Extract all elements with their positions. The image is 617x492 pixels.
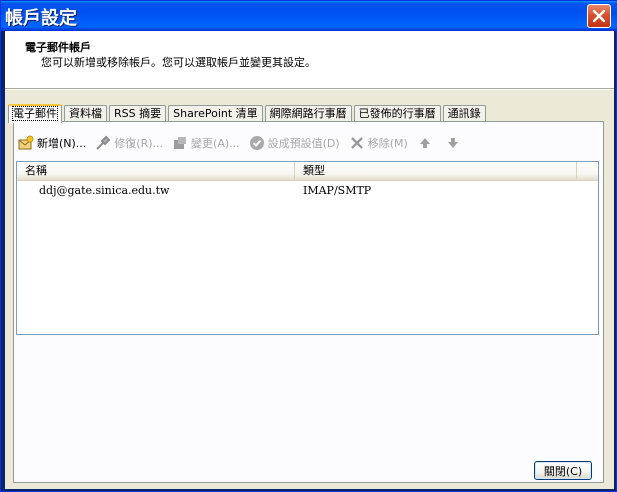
move-down-button[interactable] (445, 135, 464, 151)
window-title: 帳戶設定 (5, 8, 77, 29)
remove-button[interactable]: 移除(M) (349, 135, 408, 151)
arrow-up-icon (417, 135, 433, 151)
change-label: 變更(A)... (191, 137, 240, 150)
tab-strip: 電子郵件 資料檔 RSS 摘要 SharePoint 清單 網際網路行事曆 已發… (8, 102, 488, 123)
account-toolbar: 新增(N)... 修復(R)... 變更(A)... 設成預設值(D) 移除(M… (18, 132, 473, 154)
tab-sharepoint-lists[interactable]: SharePoint 清單 (168, 105, 263, 122)
column-header-name[interactable]: 名稱 (17, 162, 295, 181)
column-header-type[interactable]: 類型 (295, 162, 577, 181)
account-list[interactable]: 名稱 類型 ddj@gate.sinica.edu.tw IMAP/SMTP (16, 161, 599, 335)
remove-x-icon (349, 135, 365, 151)
new-account-icon (18, 135, 34, 151)
arrow-down-icon (445, 135, 461, 151)
column-header-filler (577, 162, 598, 181)
checkmark-circle-icon (249, 135, 265, 151)
header-description: 您可以新增或移除帳戶。您可以選取帳戶並變更其設定。 (41, 56, 316, 69)
tab-internet-calendars-label: 網際網路行事曆 (269, 107, 347, 120)
repair-button[interactable]: 修復(R)... (95, 135, 163, 151)
tab-email[interactable]: 電子郵件 (8, 104, 62, 123)
new-account-label: 新增(N)... (37, 137, 87, 150)
tab-email-label: 電子郵件 (12, 106, 58, 121)
header-title: 電子郵件帳戶 (25, 41, 91, 54)
tab-data-files-label: 資料檔 (69, 107, 102, 120)
close-dialog-button[interactable]: 關閉(C) (534, 461, 592, 480)
tab-rss-feeds[interactable]: RSS 摘要 (109, 105, 167, 122)
title-bar[interactable]: 帳戶設定 (1, 1, 617, 31)
dialog-body: 電子郵件 資料檔 RSS 摘要 SharePoint 清單 網際網路行事曆 已發… (5, 90, 614, 489)
list-item[interactable]: ddj@gate.sinica.edu.tw IMAP/SMTP (17, 183, 598, 199)
change-button[interactable]: 變更(A)... (172, 135, 240, 151)
tab-address-books[interactable]: 通訊錄 (442, 105, 486, 122)
close-icon (592, 9, 606, 23)
tab-published-calendars-label: 已發佈的行事曆 (358, 107, 436, 120)
tab-data-files[interactable]: 資料檔 (64, 105, 107, 122)
list-header: 名稱 類型 (17, 162, 598, 181)
remove-label: 移除(M) (367, 137, 408, 150)
email-tab-panel: 新增(N)... 修復(R)... 變更(A)... 設成預設值(D) 移除(M… (13, 121, 604, 483)
set-default-button[interactable]: 設成預設值(D) (249, 135, 340, 151)
repair-label: 修復(R)... (114, 137, 164, 150)
dialog-client-area: 電子郵件帳戶 您可以新增或移除帳戶。您可以選取帳戶並變更其設定。 電子郵件 資料… (5, 31, 614, 489)
new-account-button[interactable]: 新增(N)... (18, 135, 86, 151)
dialog-header: 電子郵件帳戶 您可以新增或移除帳戶。您可以選取帳戶並變更其設定。 (5, 31, 614, 88)
account-name: ddj@gate.sinica.edu.tw (39, 184, 170, 197)
tab-address-books-label: 通訊錄 (447, 107, 481, 120)
tab-published-calendars[interactable]: 已發佈的行事曆 (353, 105, 441, 122)
account-settings-window: 帳戶設定 電子郵件帳戶 您可以新增或移除帳戶。您可以選取帳戶並變更其設定。 電子… (0, 0, 617, 492)
tab-rss-feeds-label: RSS 摘要 (114, 107, 162, 120)
window-close-button[interactable] (587, 4, 611, 28)
change-icon (172, 135, 188, 151)
set-default-label: 設成預設值(D) (267, 137, 340, 150)
account-type: IMAP/SMTP (303, 184, 372, 197)
tab-internet-calendars[interactable]: 網際網路行事曆 (264, 105, 352, 122)
move-up-button[interactable] (417, 135, 436, 151)
tab-sharepoint-lists-label: SharePoint 清單 (173, 107, 258, 120)
repair-tools-icon (95, 135, 111, 151)
